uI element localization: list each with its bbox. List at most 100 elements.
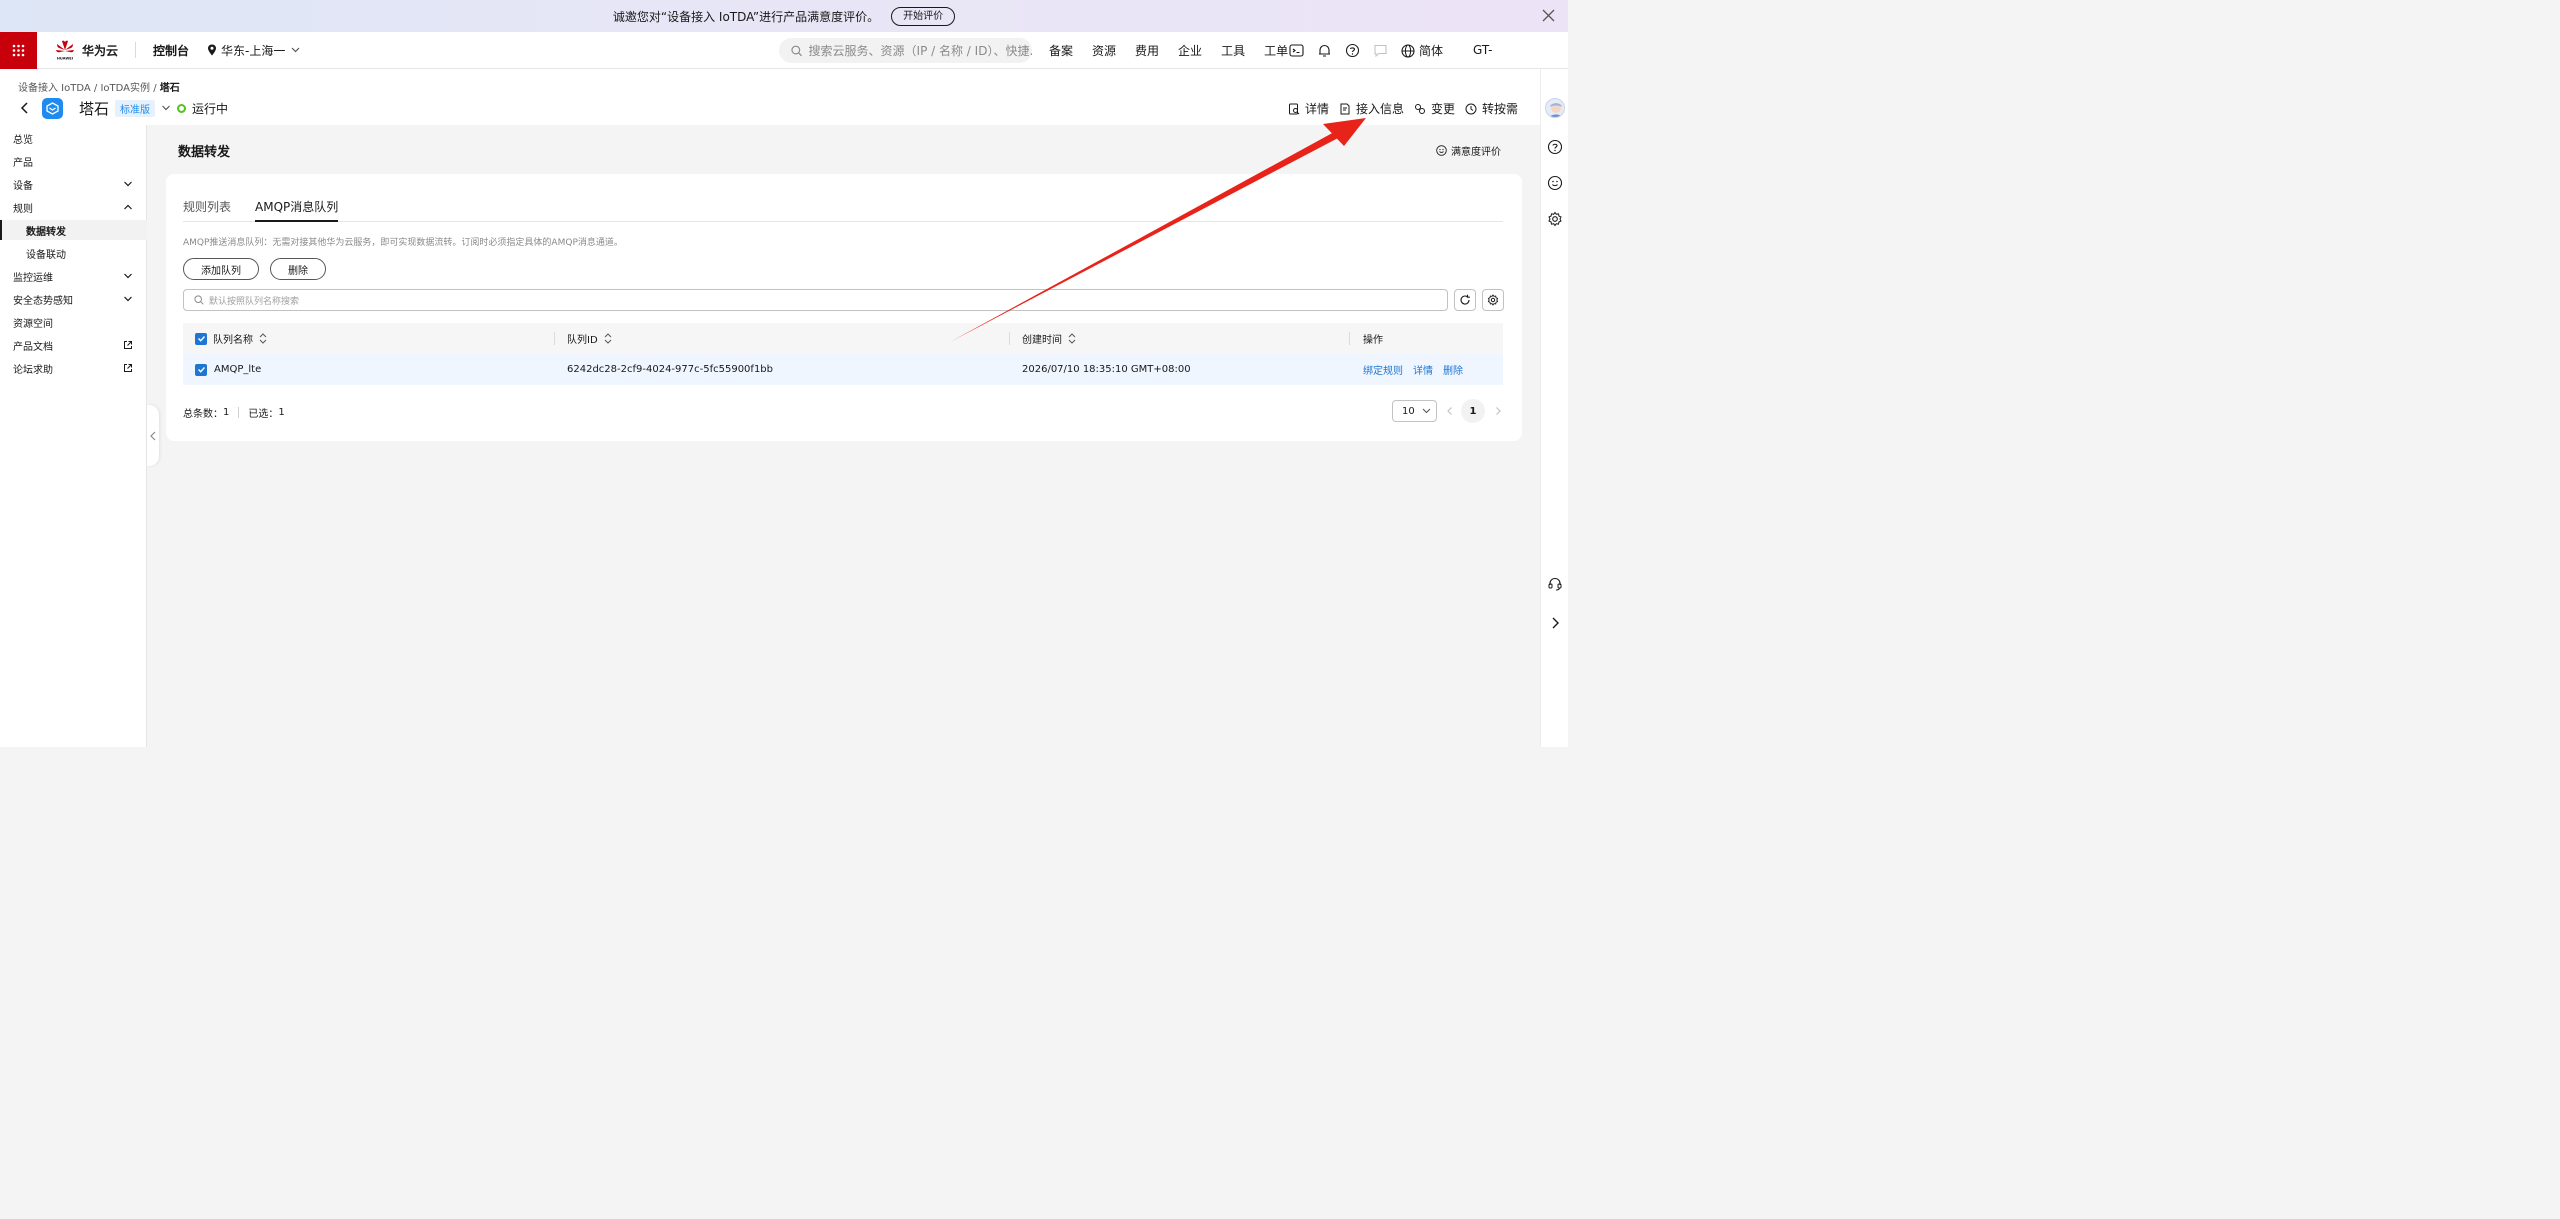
tab-amqp-queue[interactable]: AMQP消息队列	[255, 198, 339, 222]
huawei-cloud-logo[interactable]: HUAWEI 华为云	[54, 39, 118, 61]
page-size-value: 10	[1402, 405, 1415, 417]
bind-rule-link[interactable]: 绑定规则	[1363, 362, 1403, 377]
satisfaction-survey-link[interactable]: 满意度评价	[1436, 143, 1501, 158]
sort-icon[interactable]	[604, 333, 612, 344]
instance-switch-chevron-icon[interactable]	[161, 103, 171, 113]
tab-rule-list[interactable]: 规则列表	[183, 198, 231, 222]
help-icon[interactable]	[1345, 43, 1360, 58]
nav-link-enterprise[interactable]: 企业	[1178, 42, 1202, 59]
prev-page-icon[interactable]	[1445, 406, 1455, 416]
access-info-button[interactable]: 接入信息	[1339, 100, 1404, 117]
breadcrumb-item-iotda[interactable]: 设备接入 IoTDA	[18, 83, 91, 94]
instance-name: 塔石	[79, 99, 110, 118]
bell-icon[interactable]	[1317, 43, 1332, 58]
location-pin-icon	[208, 44, 217, 56]
sidebar-item-products[interactable]: 产品	[0, 151, 147, 171]
help-icon[interactable]	[1547, 139, 1563, 155]
sidebar-item-label: 安全态势感知	[13, 295, 73, 307]
sidebar-item-devices[interactable]: 设备	[0, 174, 147, 194]
row-delete-link[interactable]: 删除	[1443, 362, 1463, 377]
sidebar-item-resource-space[interactable]: 资源空间	[0, 312, 147, 332]
table-settings-button[interactable]	[1482, 289, 1504, 311]
nav-link-filing[interactable]: 备案	[1049, 42, 1073, 59]
sort-icon[interactable]	[259, 333, 267, 344]
page-size-select[interactable]: 10	[1392, 400, 1437, 422]
created-time-cell: 2026/07/10 18:35:10 GMT+08:00	[1022, 364, 1191, 375]
service-menu-button[interactable]	[0, 31, 37, 69]
instance-status: 运行中	[192, 101, 229, 116]
refresh-button[interactable]	[1454, 289, 1476, 311]
queue-id-cell: 6242dc28-2cf9-4024-977c-5fc55900f1bb	[567, 364, 774, 375]
feedback-icon[interactable]	[1373, 43, 1388, 58]
selected-count-value: 1	[278, 407, 285, 418]
column-header-queue-name: 队列名称	[213, 335, 253, 346]
satisfaction-label: 满意度评价	[1451, 147, 1501, 158]
terminal-icon[interactable]	[1289, 43, 1304, 58]
sidebar-item-rules[interactable]: 规则	[0, 197, 147, 217]
customer-service-headset-icon[interactable]	[1547, 576, 1563, 592]
next-page-icon[interactable]	[1493, 406, 1503, 416]
sidebar-item-device-linkage[interactable]: 设备联动	[0, 243, 147, 263]
external-link-icon	[124, 341, 132, 349]
select-all-checkbox[interactable]	[195, 332, 207, 345]
console-link[interactable]: 控制台	[153, 42, 189, 59]
top-links: 备案 资源 费用 企业 工具 工单	[1049, 32, 1307, 69]
chevron-down-icon	[1422, 408, 1431, 414]
region-selector[interactable]: 华东-上海一	[207, 42, 300, 59]
expand-chevron-right-icon[interactable]	[1547, 615, 1563, 631]
close-icon[interactable]	[1541, 8, 1556, 23]
sidebar-item-forum[interactable]: 论坛求助	[0, 358, 147, 378]
queue-search-input[interactable]: 默认按照队列名称搜索	[183, 289, 1448, 311]
grid-icon	[12, 44, 25, 56]
pagination: 10 1	[1392, 399, 1503, 423]
check-icon	[197, 367, 205, 373]
access-info-label: 接入信息	[1355, 102, 1404, 116]
add-queue-button[interactable]: 添加队列	[183, 258, 259, 280]
chevron-down-icon	[124, 181, 132, 187]
avatar[interactable]	[1545, 98, 1565, 118]
sidebar-item-security[interactable]: 安全态势感知	[0, 289, 147, 309]
column-header-queue-id: 队列ID	[567, 335, 598, 346]
row-details-link[interactable]: 详情	[1413, 362, 1433, 377]
delete-button[interactable]: 删除	[270, 258, 326, 280]
sidebar-item-product-docs[interactable]: 产品文档	[0, 335, 147, 355]
account-name[interactable]: GT-u012509444	[1473, 32, 1568, 94]
details-button[interactable]: 详情	[1288, 100, 1329, 117]
sidebar-item-data-forwarding[interactable]: 数据转发	[0, 220, 147, 240]
switch-to-on-demand-button[interactable]: 转按需	[1465, 100, 1518, 117]
page-header: 设备接入 IoTDA / IoTDA实例 / 塔石 塔石 标准版 运行中 详情 …	[0, 69, 1540, 125]
row-checkbox[interactable]	[195, 363, 207, 376]
settings-gear-icon	[1487, 294, 1499, 306]
total-count-label: 总条数：	[183, 409, 223, 420]
sidebar-item-monitoring[interactable]: 监控运维	[0, 266, 147, 286]
back-arrow-icon[interactable]	[18, 101, 32, 115]
start-survey-button[interactable]: 开始评价	[891, 6, 956, 26]
survey-banner: 诚邀您对“设备接入 IoTDA”进行产品满意度评价。 开始评价	[0, 0, 1568, 32]
tab-bar: 规则列表 AMQP消息队列	[183, 198, 1503, 222]
smile-icon[interactable]	[1547, 175, 1563, 191]
sidebar-item-overview[interactable]: 总览	[0, 128, 147, 148]
top-icons: 简体	[1289, 32, 1443, 69]
nav-link-resources[interactable]: 资源	[1092, 42, 1116, 59]
global-search-input[interactable]: 搜索云服务、资源（IP / 名称 / ID）、快捷...	[779, 38, 1032, 63]
instance-title-row: 塔石 标准版 运行中	[18, 96, 228, 120]
settings-gear-icon[interactable]	[1547, 211, 1563, 227]
globe-icon	[1401, 43, 1415, 58]
table-header: 队列名称 队列ID 创建时间 操作	[183, 323, 1503, 354]
nav-link-billing[interactable]: 费用	[1135, 42, 1159, 59]
external-link-icon	[124, 364, 132, 372]
sidebar-item-label: 论坛求助	[13, 364, 53, 376]
language-label: 简体	[1419, 44, 1444, 58]
nav-link-tickets[interactable]: 工单	[1264, 42, 1288, 59]
sidebar-item-label: 数据转发	[26, 226, 66, 238]
region-label: 华东-上海一	[221, 43, 286, 58]
nav-link-tools[interactable]: 工具	[1221, 42, 1245, 59]
sidebar-item-label: 设备	[13, 180, 33, 192]
page-number-current[interactable]: 1	[1461, 399, 1485, 423]
breadcrumb-item-instances[interactable]: IoTDA实例	[100, 83, 150, 94]
sort-icon[interactable]	[1068, 333, 1076, 344]
change-button[interactable]: 变更	[1414, 100, 1455, 117]
language-selector[interactable]: 简体	[1401, 42, 1443, 59]
sidebar-collapse-handle[interactable]	[147, 405, 159, 466]
table-row[interactable]: AMQP_lte 6242dc28-2cf9-4024-977c-5fc5590…	[183, 354, 1503, 385]
